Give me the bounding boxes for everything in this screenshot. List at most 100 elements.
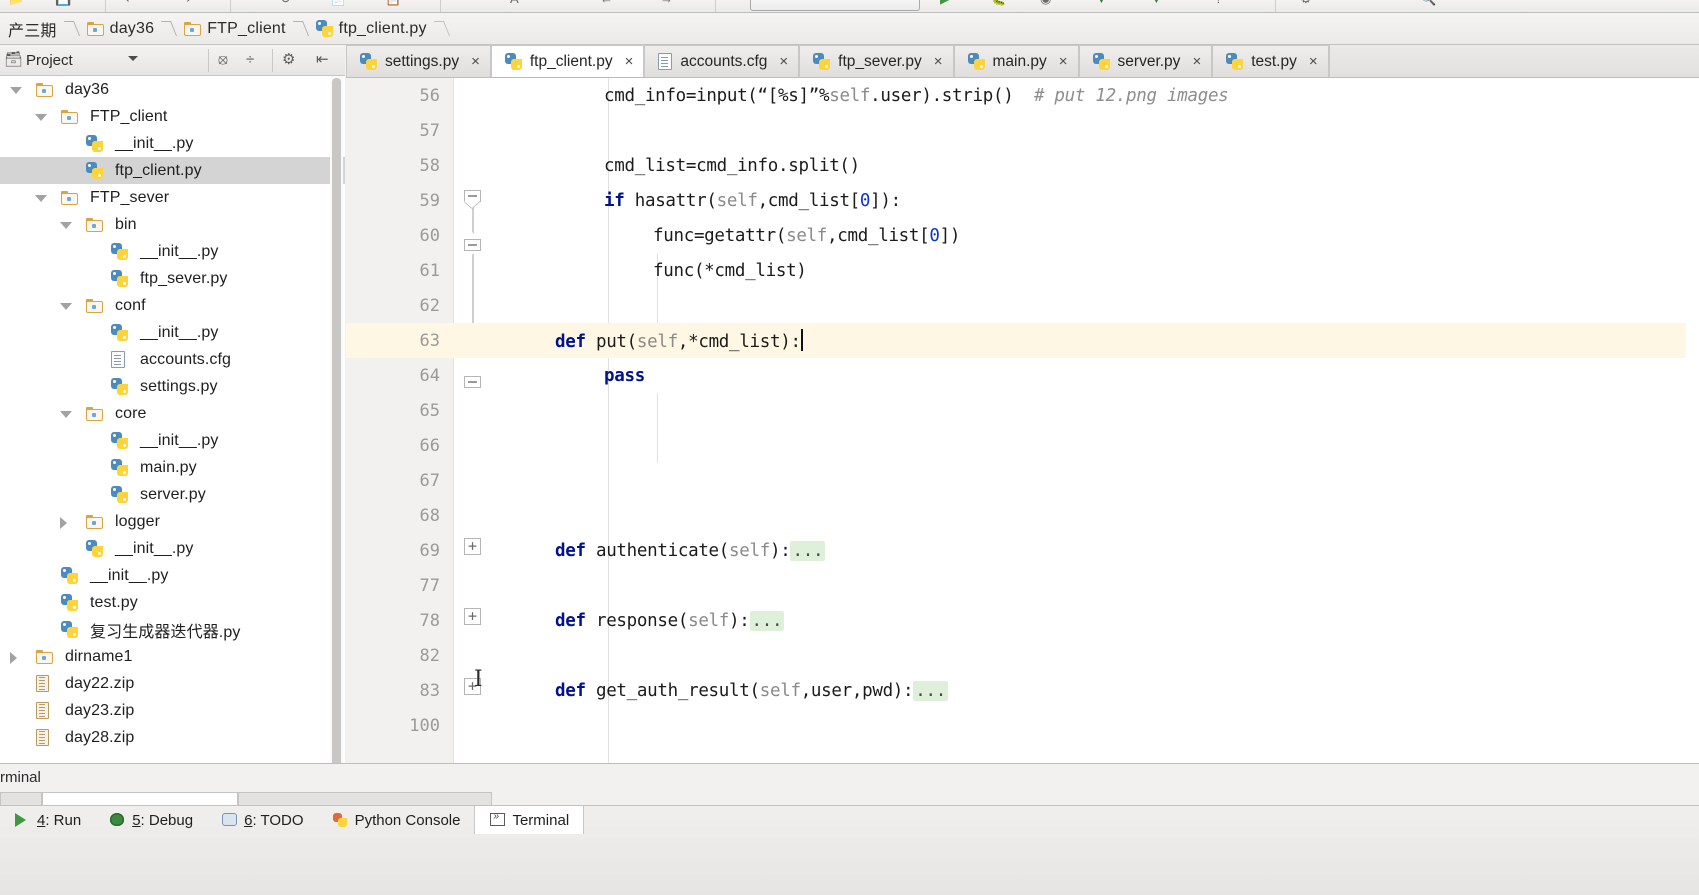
code-line[interactable]: 56 cmd_info=input(“[%s]”%self.user).strip… (346, 78, 1699, 113)
editor-tab-ftp_severpy[interactable]: ftp_sever.py × (799, 45, 954, 77)
undo-icon[interactable]: ↩ (125, 0, 136, 5)
statusbar-run-button[interactable]: 4: Run (0, 806, 95, 834)
code-line[interactable]: 63 def put(self,*cmd_list): (346, 323, 1699, 358)
tree-item-accounts.cfg[interactable]: accounts.cfg (0, 346, 345, 373)
code-line[interactable]: 100 (346, 708, 1699, 743)
back-icon[interactable]: ← (600, 0, 613, 5)
search-everywhere-icon[interactable]: 🔍 (1420, 0, 1436, 5)
tree-item-day22.zip[interactable]: day22.zip (0, 670, 345, 697)
profile-icon[interactable]: ▼ (1095, 0, 1108, 5)
twisty-expanded-icon[interactable] (60, 411, 72, 418)
tree-item-__init__.py[interactable]: __init__.py (0, 319, 345, 346)
code-text[interactable]: def put(self,*cmd_list): (555, 329, 803, 352)
settings-gear-icon[interactable]: ⚙ (282, 52, 295, 68)
twisty-collapsed-icon[interactable] (10, 652, 17, 664)
help-icon[interactable]: ? (1215, 0, 1222, 5)
breadcrumb-item-day36[interactable]: day36 (81, 13, 179, 45)
expand-all-icon[interactable]: ÷ (246, 52, 254, 68)
tree-item-test.py[interactable]: test.py (0, 589, 345, 616)
editor-tab-mainpy[interactable]: main.py × (953, 45, 1079, 77)
tree-item-server.py[interactable]: server.py (0, 481, 345, 508)
code-line[interactable]: 82 (346, 638, 1699, 673)
tree-item-day28.zip[interactable]: day28.zip (0, 724, 345, 751)
close-icon[interactable]: × (1309, 54, 1318, 69)
code-line[interactable]: 66 (346, 428, 1699, 463)
twisty-collapsed-icon[interactable] (60, 517, 67, 529)
code-text[interactable]: def response(self):... (555, 610, 785, 631)
tree-item-__init__.py[interactable]: __init__.py (0, 238, 345, 265)
code-text[interactable]: func=getattr(self,cmd_list[0]) (653, 226, 960, 246)
tree-item-ftp_client[interactable]: FTP_client (0, 103, 345, 130)
scrollbar-thumb[interactable] (332, 78, 341, 778)
twisty-expanded-icon[interactable] (35, 195, 47, 202)
tree-item-ftp_sever[interactable]: FTP_sever (0, 184, 345, 211)
code-line[interactable]: 64 pass (346, 358, 1699, 393)
collapse-all-icon[interactable]: ⦻ (218, 52, 228, 68)
code-text[interactable]: pass (604, 366, 645, 386)
statusbar-terminal-button[interactable]: Terminal (474, 806, 585, 834)
editor-tab-testpy[interactable]: test.py × (1212, 45, 1329, 77)
close-icon[interactable]: × (625, 54, 634, 69)
code-line[interactable]: 65 (346, 393, 1699, 428)
close-icon[interactable]: × (1059, 54, 1068, 69)
code-text[interactable]: if hasattr(self,cmd_list[0]): (604, 191, 901, 211)
folded-code-placeholder[interactable]: ... (913, 680, 949, 701)
terminal-session-tab-active[interactable] (42, 792, 238, 806)
code-line[interactable]: 77 (346, 568, 1699, 603)
close-icon[interactable]: × (471, 54, 480, 69)
tool-window-buttons[interactable]: 4: Run 5: Debug 6: TODO Python Console Termi… (0, 806, 585, 834)
run-config-selector[interactable] (750, 0, 920, 11)
tree-item-settings.py[interactable]: settings.py (0, 373, 345, 400)
editor-tab-accountscfg[interactable]: accounts.cfg × (644, 45, 800, 77)
twisty-expanded-icon[interactable] (60, 222, 72, 229)
tree-item-.py[interactable]: 复习生成器迭代器.py (0, 616, 345, 643)
editor-tab-ftp_clientpy[interactable]: ftp_client.py × (490, 44, 645, 77)
twisty-expanded-icon[interactable] (60, 303, 72, 310)
twisty-expanded-icon[interactable] (35, 114, 47, 121)
breadcrumb-item-project[interactable]: 产三期 (2, 13, 81, 45)
find-icon[interactable]: A (510, 0, 519, 5)
chevron-down-icon[interactable] (128, 56, 138, 61)
close-icon[interactable]: × (779, 54, 788, 69)
debug-icon[interactable]: 🐛 (990, 0, 1006, 5)
terminal-session-tab[interactable] (238, 792, 492, 806)
editor-scrollbar[interactable] (1686, 78, 1699, 763)
folded-code-placeholder[interactable]: ... (790, 540, 826, 561)
terminal-session-tabs[interactable] (0, 792, 492, 806)
code-text[interactable]: cmd_info=input(“[%s]”%self.user).strip()… (604, 86, 1229, 106)
code-line[interactable]: 68 (346, 498, 1699, 533)
code-line[interactable]: 67 (346, 463, 1699, 498)
code-text[interactable]: cmd_list=cmd_info.split() (604, 156, 860, 176)
tree-item-dirname1[interactable]: dirname1 (0, 643, 345, 670)
save-all-icon[interactable]: 💾 (55, 0, 71, 5)
terminal-session-tab[interactable] (0, 792, 42, 806)
redo-icon[interactable]: ↪ (180, 0, 191, 5)
code-editor[interactable]: + + + I 56 cmd_info=input(“[%s]”%self.use… (346, 78, 1699, 763)
tree-item-conf[interactable]: conf (0, 292, 345, 319)
code-line[interactable]: 58 cmd_list=cmd_info.split() (346, 148, 1699, 183)
tree-item-ftp_client.py[interactable]: ftp_client.py (0, 157, 345, 184)
code-line[interactable]: 59 if hasattr(self,cmd_list[0]): (346, 183, 1699, 218)
copy-icon[interactable]: 📄 (330, 0, 346, 5)
code-line[interactable]: 60 func=getattr(self,cmd_list[0]) (346, 218, 1699, 253)
paste-icon[interactable]: 📋 (385, 0, 401, 5)
code-text[interactable]: func(*cmd_list) (653, 261, 807, 281)
tree-item-__init__.py[interactable]: __init__.py (0, 562, 345, 589)
editor-tab-settingspy[interactable]: settings.py × (346, 45, 491, 77)
tree-item-core[interactable]: core (0, 400, 345, 427)
breadcrumb-item-ftp-client-py[interactable]: ftp_client.py (310, 13, 451, 45)
folded-code-placeholder[interactable]: ... (749, 610, 785, 631)
editor-tab-serverpy[interactable]: server.py × (1078, 45, 1213, 77)
tree-item-__init__.py[interactable]: __init__.py (0, 427, 345, 454)
statusbar-todo-button[interactable]: 6: TODO (207, 806, 317, 834)
coverage-icon[interactable]: ◉ (1040, 0, 1051, 5)
code-line[interactable]: 78 def response(self):... (346, 603, 1699, 638)
editor-tabbar[interactable]: settings.py × ftp_client.py × accounts.cfg × f… (346, 44, 1699, 78)
tree-item-logger[interactable]: logger (0, 508, 345, 535)
statusbar-debug-button[interactable]: 5: Debug (95, 806, 207, 834)
tree-item-day23.zip[interactable]: day23.zip (0, 697, 345, 724)
tree-item-bin[interactable]: bin (0, 211, 345, 238)
code-line[interactable]: 61 func(*cmd_list) (346, 253, 1699, 288)
code-line[interactable]: 69 def authenticate(self):... (346, 533, 1699, 568)
code-text[interactable]: def authenticate(self):... (555, 540, 826, 561)
